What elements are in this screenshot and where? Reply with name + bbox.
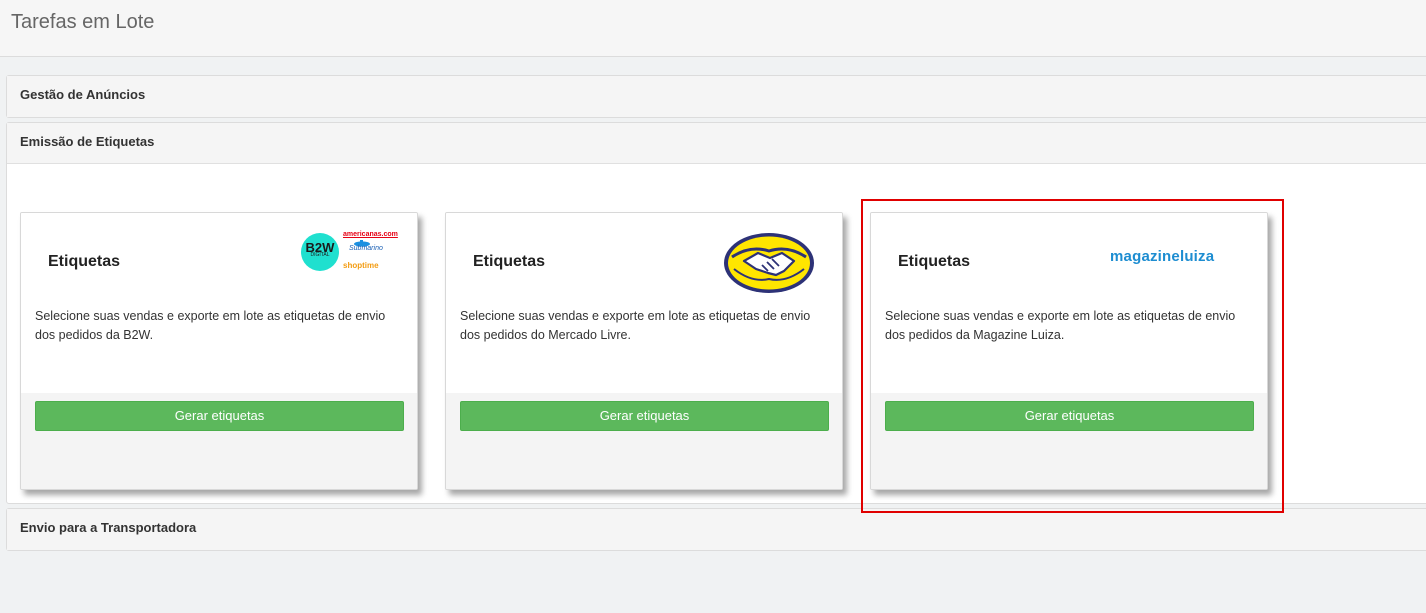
panel-gestao-anuncios: Gestão de Anúncios xyxy=(6,75,1426,118)
submarino-logo-text: Submarino xyxy=(349,245,383,252)
magazine-luiza-logo: magazineluiza xyxy=(1110,248,1215,265)
card-description: Selecione suas vendas e exporte em lote … xyxy=(460,309,811,342)
panel-heading-emissao-etiquetas[interactable]: Emissão de Etiquetas xyxy=(7,123,1426,164)
card-title: Etiquetas xyxy=(48,253,121,270)
card-description: Selecione suas vendas e exporte em lote … xyxy=(885,309,1236,342)
page-title: Tarefas em Lote xyxy=(11,11,155,33)
mercado-livre-handshake-logo xyxy=(724,233,814,293)
gerar-etiquetas-mercado-livre-button[interactable]: Gerar etiquetas xyxy=(460,401,829,431)
card-mercado-livre: Etiquetas Selecione suas vendas e export… xyxy=(445,212,843,490)
card-body xyxy=(871,213,1267,393)
panel-heading-gestao-anuncios[interactable]: Gestão de Anúncios xyxy=(7,76,1426,117)
gerar-etiquetas-magazine-luiza-button[interactable]: Gerar etiquetas xyxy=(885,401,1254,431)
americanas-logo-text: americanas.com xyxy=(343,231,398,238)
page-header: Tarefas em Lote xyxy=(0,0,1426,57)
b2w-circle-mark: B2W DIGITAL xyxy=(301,233,339,271)
card-title: Etiquetas xyxy=(898,253,971,270)
panel-heading-envio-transportadora[interactable]: Envio para a Transportadora xyxy=(7,509,1426,550)
card-description: Selecione suas vendas e exporte em lote … xyxy=(35,309,386,342)
gerar-etiquetas-b2w-button[interactable]: Gerar etiquetas xyxy=(35,401,404,431)
card-b2w: Etiquetas B2W DIGITAL americanas.com Sub… xyxy=(20,212,418,490)
card-title: Etiquetas xyxy=(473,253,546,270)
b2w-logo-subtext: DIGITAL xyxy=(310,252,330,258)
panel-envio-transportadora: Envio para a Transportadora xyxy=(6,508,1426,551)
shoptime-logo-text: shoptime xyxy=(343,261,379,270)
card-magazine-luiza: Etiquetas magazineluiza Selecione suas v… xyxy=(870,212,1268,490)
b2w-logo: B2W DIGITAL americanas.com Submarino sho… xyxy=(301,231,398,275)
